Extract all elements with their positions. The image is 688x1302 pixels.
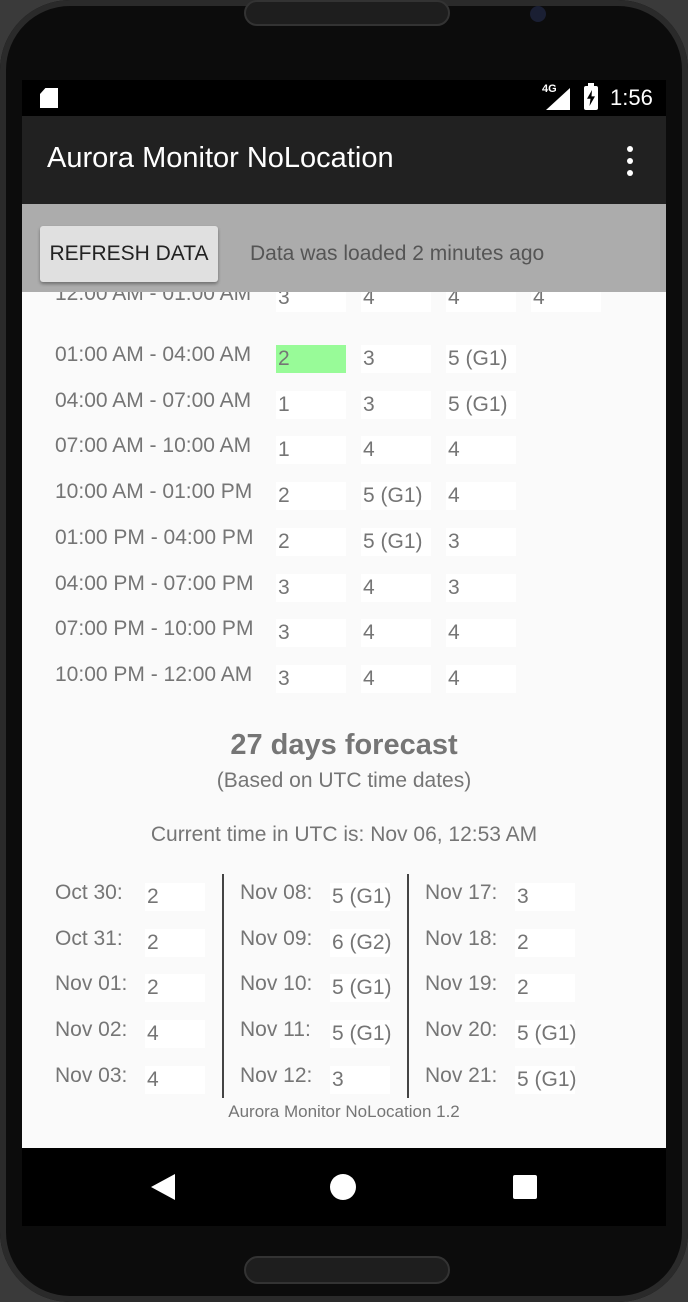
kp-value-cell: 4 (446, 619, 516, 648)
kp-value-cell: 3 (276, 664, 346, 693)
kp-value-cell: 4 (446, 436, 516, 465)
back-icon[interactable] (151, 1174, 175, 1200)
screen: 4G 1:56 Aurora Monitor NoLocation REFRES… (22, 80, 666, 1226)
nav-bar (22, 1148, 666, 1226)
kp-value-cell: 4 (531, 292, 601, 312)
forecast-subtitle: (Based on UTC time dates) (216, 769, 472, 792)
refresh-toolbar: REFRESH DATA Data was loaded 2 minutes a… (22, 204, 666, 292)
status-bar: 4G 1:56 (22, 80, 666, 116)
forecast-kp-cell: 2 (515, 974, 575, 1003)
kp-value-cell: 4 (446, 292, 516, 312)
kp-value-cell: 4 (446, 482, 516, 511)
kp-value-cell: 4 (361, 664, 431, 693)
kp-value-cell: 3 (446, 527, 516, 556)
forecast-kp-cell: 2 (145, 928, 205, 957)
kp-value-cell: 3 (361, 345, 431, 373)
time-range-label: 07:00 PM - 10:00 PM (55, 617, 254, 641)
forecast-kp-cell: 5 (G1) (515, 1065, 577, 1094)
kp-value-cell: 2 (276, 527, 346, 556)
kp-value-cell: 5 (G1) (446, 390, 516, 419)
scroll-content[interactable]: 12:00 AM - 01:00 AM 3 4 4 4 01:00 AM - 04:00 … (22, 292, 666, 1226)
network-type: 4G (542, 83, 557, 95)
forecast-kp-cell: 5 (G1) (330, 883, 392, 911)
kp-value-cell: 3 (446, 573, 516, 602)
kp-value-cell: 4 (361, 619, 431, 648)
time-range-label: 01:00 AM - 04:00 AM (55, 343, 252, 366)
forecast-date-label: Nov 19: (425, 972, 498, 996)
forecast-kp-cell: 2 (145, 883, 205, 911)
kp-value-cell: 4 (446, 664, 516, 693)
forecast-date-label: Nov 01: (55, 972, 128, 996)
kp-value-cell: 4 (361, 436, 431, 465)
kp-value-cell: 5 (G1) (446, 345, 516, 373)
kp-value-cell: 5 (G1) (361, 482, 431, 511)
top-speaker (244, 0, 450, 26)
kp-value-cell: 2 (276, 482, 346, 511)
kp-value-cell: 5 (G1) (361, 527, 431, 556)
forecast-kp-cell: 5 (G1) (515, 1020, 577, 1049)
forecast-date-label: Nov 18: (425, 926, 498, 950)
kp-value-cell: 1 (276, 436, 346, 465)
time-range-label: 01:00 PM - 04:00 PM (55, 525, 254, 549)
forecast-date-label: Nov 09: (240, 926, 313, 950)
load-status-text: Data was loaded 2 minutes ago (250, 242, 545, 265)
forecast-kp-cell: 3 (330, 1065, 390, 1094)
forecast-kp-cell: 4 (145, 1065, 205, 1094)
kp-value-cell: 4 (361, 573, 431, 602)
app-bar: Aurora Monitor NoLocation (22, 116, 666, 204)
status-time: 1:56 (610, 85, 653, 110)
forecast-date-label: Nov 02: (55, 1018, 128, 1042)
current-utc-time: Current time in UTC is: Nov 06, 12:53 AM (150, 823, 538, 846)
time-range-label: 10:00 AM - 01:00 PM (55, 480, 253, 504)
forecast-kp-cell: 2 (145, 974, 205, 1003)
forecast-kp-cell: 2 (515, 928, 575, 957)
time-range-label: 10:00 PM - 12:00 AM (55, 662, 253, 686)
kp-value-cell: 1 (276, 390, 346, 419)
kp-value-cell: 3 (276, 573, 346, 602)
app-version: Aurora Monitor NoLocation 1.2 (228, 1102, 460, 1121)
forecast-date-label: Nov 10: (240, 972, 313, 996)
forecast-title: 27 days forecast (230, 729, 458, 761)
phone-frame: 4G 1:56 Aurora Monitor NoLocation REFRES… (0, 0, 688, 1302)
battery-charging-icon (584, 83, 598, 110)
overflow-menu-icon[interactable] (618, 144, 642, 178)
time-range-label: 07:00 AM - 10:00 AM (55, 434, 252, 458)
forecast-kp-cell: 4 (145, 1020, 205, 1049)
kp-value-cell: 4 (361, 292, 431, 312)
app-title: Aurora Monitor NoLocation (47, 142, 394, 174)
forecast-date-label: Nov 03: (55, 1063, 128, 1087)
refresh-data-button[interactable]: REFRESH DATA (40, 226, 218, 282)
kp-value-cell: 3 (276, 619, 346, 648)
forecast-date-label: Oct 30: (55, 881, 123, 904)
forecast-date-label: Nov 17: (425, 881, 498, 904)
forecast-kp-cell: 6 (G2) (330, 928, 392, 957)
sd-card-icon (40, 88, 58, 108)
recents-icon[interactable] (513, 1175, 537, 1199)
time-range-label: 04:00 AM - 07:00 AM (55, 388, 252, 412)
forecast-kp-cell: 5 (G1) (330, 974, 392, 1003)
home-icon[interactable] (330, 1174, 356, 1200)
column-divider (222, 874, 224, 1098)
forecast-date-label: Oct 31: (55, 926, 123, 950)
bottom-speaker (244, 1256, 450, 1284)
forecast-date-label: Nov 08: (240, 881, 313, 904)
time-range-label: 04:00 PM - 07:00 PM (55, 571, 254, 595)
kp-value-cell: 2 (276, 345, 346, 373)
forecast-date-label: Nov 21: (425, 1063, 498, 1087)
time-range-label: 12:00 AM - 01:00 AM (55, 292, 252, 305)
front-camera (530, 6, 546, 22)
forecast-date-label: Nov 11: (240, 1018, 311, 1042)
forecast-date-label: Nov 20: (425, 1018, 498, 1042)
kp-value-cell: 3 (276, 292, 346, 312)
forecast-date-label: Nov 12: (240, 1063, 313, 1087)
forecast-kp-cell: 5 (G1) (330, 1020, 392, 1049)
kp-value-cell: 3 (361, 390, 431, 419)
forecast-kp-cell: 3 (515, 883, 575, 911)
column-divider (407, 874, 409, 1098)
